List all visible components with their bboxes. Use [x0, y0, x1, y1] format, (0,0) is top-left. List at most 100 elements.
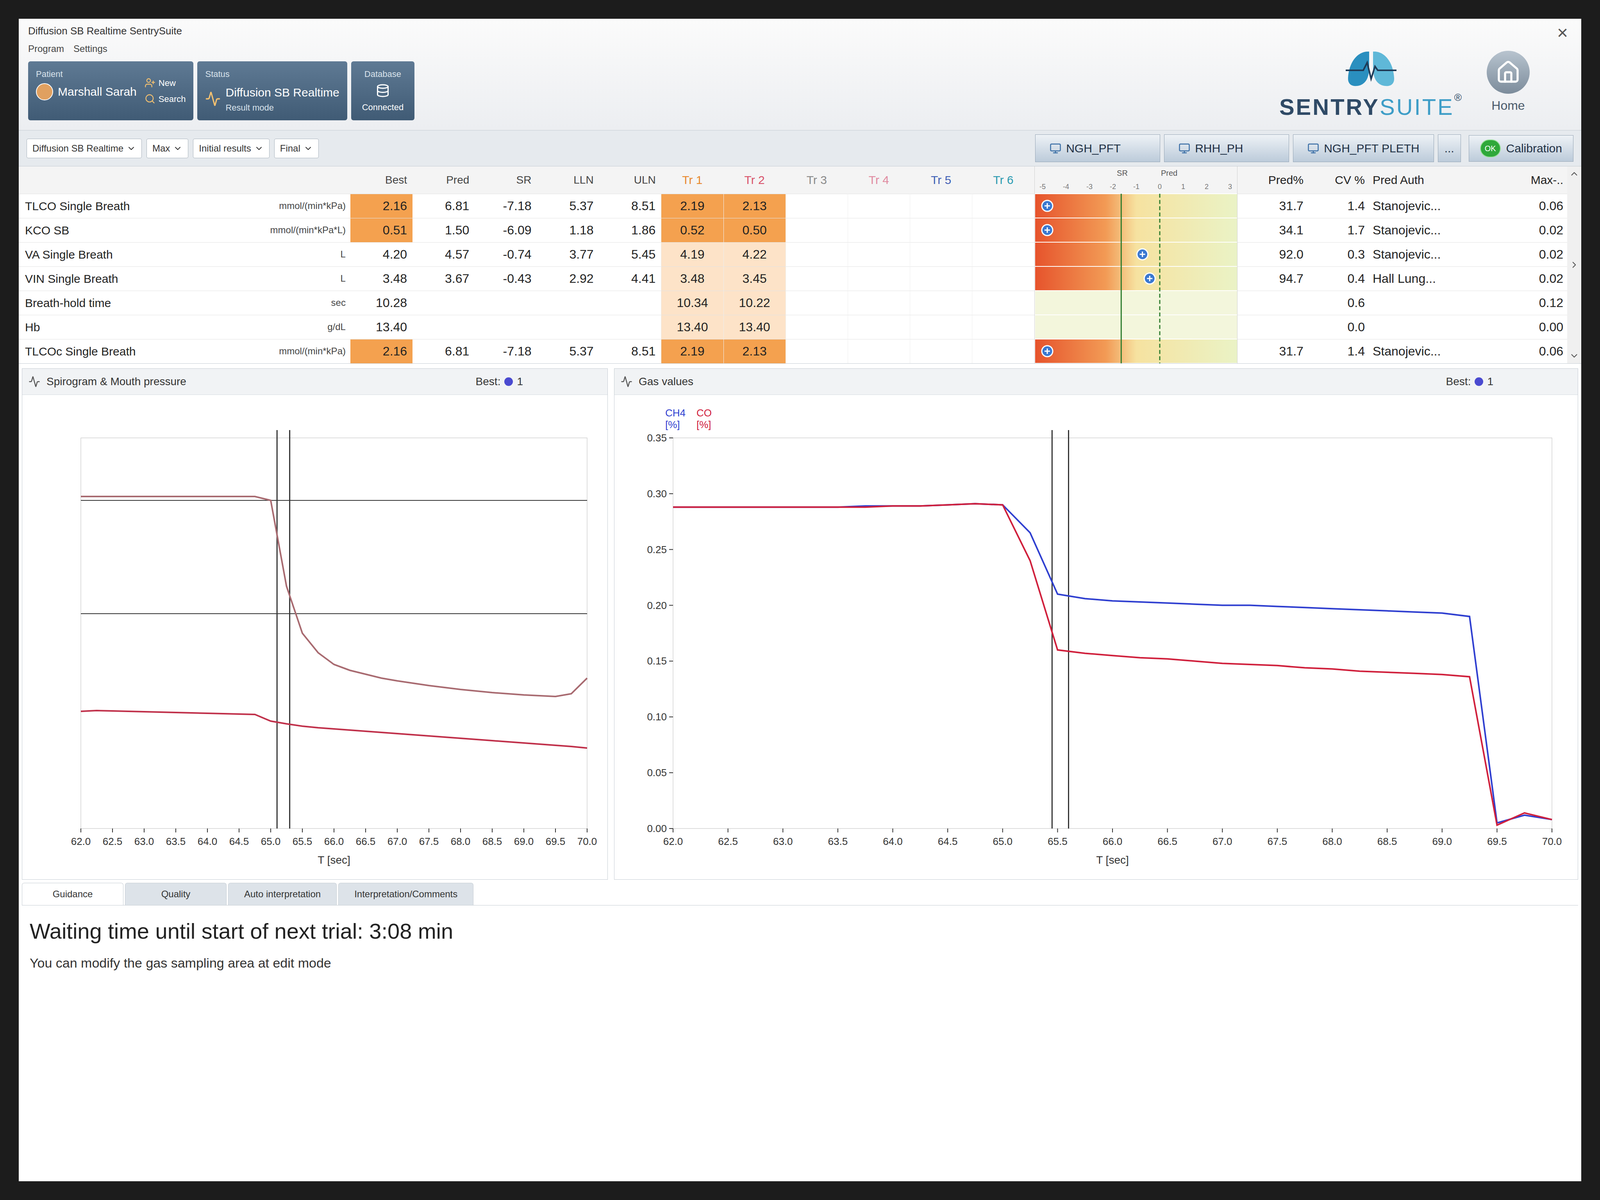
- summary-header: Pred%CV %Pred AuthMax-..: [1237, 166, 1568, 194]
- param-name: TLCOc Single Breath: [18, 339, 235, 364]
- patient-avatar-icon: [35, 83, 54, 101]
- summary-row[interactable]: 31.71.4Stanojevic...0.06: [1237, 339, 1568, 364]
- table-row[interactable]: KCO SBmmol/(min*kPa*L)0.511.50-6.091.181…: [18, 217, 1035, 243]
- cursor-line[interactable]: [289, 430, 291, 829]
- trial-cell: [847, 217, 910, 243]
- patient-panel[interactable]: PatientMarshall SarahNewSearch: [28, 61, 194, 121]
- lln-cell: 5.37: [536, 339, 599, 364]
- bottom-tab[interactable]: Auto interpretation: [228, 882, 337, 906]
- patient-action[interactable]: New: [144, 76, 186, 90]
- trial-cell: [785, 242, 848, 267]
- lln-cell: 2.92: [536, 266, 599, 291]
- monitor: Diffusion SB Realtime SentrySuiteProgram…: [0, 0, 1600, 1200]
- chart-plot[interactable]: 62.062.563.063.564.064.565.065.566.066.5…: [22, 394, 607, 880]
- x-tick: 68.0: [1322, 828, 1343, 848]
- menu-item[interactable]: Program: [28, 41, 65, 56]
- scroll-up-icon[interactable]: [1569, 168, 1580, 179]
- x-tick: 62.5: [717, 828, 738, 848]
- trial-cell: [785, 266, 848, 291]
- summary-cell: Stanojevic...: [1368, 193, 1502, 218]
- results-table: BestPredSRLLNULNTr 1Tr 2Tr 3Tr 4Tr 5Tr 6…: [18, 166, 1035, 364]
- toolbar-dropdown[interactable]: Diffusion SB Realtime: [26, 138, 142, 159]
- workspace-tab[interactable]: RHH_PH: [1164, 134, 1290, 163]
- trial-cell: [847, 314, 910, 340]
- x-tick: 67.5: [419, 828, 440, 848]
- charts-area: Spirogram & Mouth pressureBest:162.062.5…: [18, 363, 1582, 880]
- trial-cell: [785, 217, 848, 243]
- svg-text:64.5: 64.5: [937, 835, 958, 848]
- y-tick: 0.30: [646, 487, 674, 500]
- trial-header[interactable]: Tr 1: [661, 166, 724, 194]
- trial-header[interactable]: Tr 4: [847, 166, 910, 194]
- workspace-tab[interactable]: NGH_PFT: [1035, 134, 1161, 163]
- param-unit: g/dL: [234, 314, 351, 340]
- database-panel[interactable]: DatabaseConnected: [351, 61, 415, 121]
- cursor-line[interactable]: [276, 430, 278, 829]
- param-unit: L: [234, 242, 351, 267]
- more-button[interactable]: ...: [1437, 134, 1461, 163]
- menu-item[interactable]: Settings: [73, 41, 108, 56]
- cursor-line[interactable]: [1067, 430, 1070, 829]
- workspace-tab[interactable]: NGH_PFT PLETH: [1292, 134, 1434, 163]
- trial-cell: [972, 290, 1035, 315]
- svg-text:0.20: 0.20: [646, 599, 667, 612]
- svg-text:64.5: 64.5: [229, 835, 250, 848]
- trial-cell: [972, 193, 1035, 218]
- table-row[interactable]: VIN Single BreathL3.483.67-0.432.924.413…: [18, 266, 1035, 291]
- scroll-right-icon[interactable]: [1569, 259, 1580, 270]
- bottom-tab[interactable]: Interpretation/Comments: [338, 882, 474, 906]
- svg-text:65.5: 65.5: [1047, 835, 1068, 848]
- home-button[interactable]: Home: [1486, 50, 1530, 115]
- y-tick: 0.05: [646, 766, 674, 779]
- y-tick: 0.20: [646, 599, 674, 612]
- svg-text:0.35: 0.35: [646, 432, 667, 444]
- calibration-button[interactable]: OKCalibration: [1468, 135, 1574, 162]
- table-row[interactable]: VA Single BreathL4.204.57-0.743.775.454.…: [18, 242, 1035, 267]
- trial-cell: 0.52: [661, 217, 724, 243]
- app-window: Diffusion SB Realtime SentrySuiteProgram…: [18, 18, 1582, 1182]
- summary-row[interactable]: 94.70.4Hall Lung...0.02: [1237, 266, 1568, 291]
- trial-header[interactable]: Tr 6: [972, 166, 1035, 194]
- uln-cell: 5.45: [599, 242, 662, 267]
- trial-header[interactable]: Tr 5: [910, 166, 973, 194]
- summary-row[interactable]: 92.00.3Stanojevic...0.02: [1237, 242, 1568, 267]
- scroll-down-icon[interactable]: [1569, 350, 1580, 361]
- svg-text:66.0: 66.0: [324, 835, 345, 848]
- table-row[interactable]: Breath-hold timesec10.2810.3410.22: [18, 290, 1035, 315]
- summary-row[interactable]: 31.71.4Stanojevic...0.06: [1237, 193, 1568, 218]
- trial-header[interactable]: Tr 2: [723, 166, 786, 194]
- param-unit: mmol/(min*kPa): [234, 193, 351, 218]
- table-row[interactable]: Hbg/dL13.4013.4013.40: [18, 314, 1035, 340]
- trial-cell: 4.22: [723, 242, 786, 267]
- guidance-message: Waiting time until start of next trial: …: [29, 914, 1571, 948]
- lln-cell: [536, 290, 599, 315]
- toolbar-dropdown[interactable]: Initial results: [192, 138, 270, 159]
- y-tick: 0.10: [646, 710, 674, 723]
- column-header: Pred Auth: [1368, 166, 1502, 194]
- series-line: [80, 710, 588, 749]
- trial-cell: [972, 339, 1035, 364]
- scrollbar[interactable]: [1567, 166, 1582, 364]
- close-button[interactable]: ×: [1553, 23, 1572, 43]
- toolbar-dropdown[interactable]: Max: [146, 138, 189, 159]
- bottom-tab[interactable]: Guidance: [21, 882, 124, 906]
- summary-row[interactable]: 0.00.00: [1237, 314, 1568, 340]
- y-tick: 0.15: [646, 655, 674, 667]
- summary-row[interactable]: 0.60.12: [1237, 290, 1568, 315]
- patient-action[interactable]: Search: [144, 92, 186, 106]
- table-row[interactable]: TLCOc Single Breathmmol/(min*kPa)2.166.8…: [18, 339, 1035, 364]
- toolbar-dropdown[interactable]: Final: [274, 138, 319, 159]
- brand-name-a: SENTRY: [1279, 89, 1380, 124]
- summary-cell: Stanojevic...: [1368, 217, 1502, 243]
- bottom-tab[interactable]: Quality: [125, 882, 227, 906]
- summary-cell: 0.02: [1501, 242, 1568, 267]
- trial-header[interactable]: Tr 3: [785, 166, 848, 194]
- summary-row[interactable]: 34.11.7Stanojevic...0.02: [1237, 217, 1568, 243]
- svg-text:[%]: [%]: [665, 418, 681, 431]
- chart-plot[interactable]: CH4[%]CO[%]0.000.050.100.150.200.250.300…: [614, 394, 1572, 880]
- table-row[interactable]: TLCO Single Breathmmol/(min*kPa)2.166.81…: [18, 193, 1035, 218]
- status-mode: Diffusion SB Realtime: [225, 83, 340, 102]
- status-panel[interactable]: StatusDiffusion SB RealtimeResult mode: [197, 61, 347, 121]
- summary-cell: 0.06: [1501, 193, 1568, 218]
- uln-cell: [599, 314, 662, 340]
